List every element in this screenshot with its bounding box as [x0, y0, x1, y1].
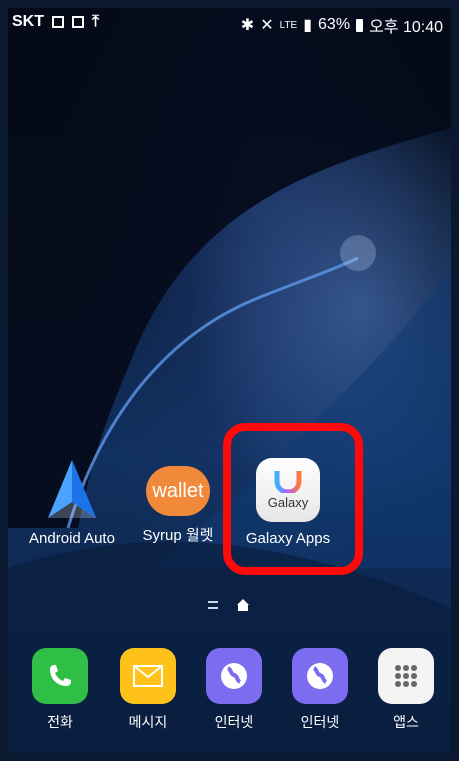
- app-syrup-wallet[interactable]: wallet Syrup 월렛: [128, 458, 228, 545]
- android-auto-icon: [40, 458, 104, 522]
- phone-icon: [32, 648, 88, 704]
- dock-label: 인터넷: [300, 714, 340, 730]
- dock-label: 메시지: [128, 714, 168, 730]
- app-label: Android Auto: [29, 530, 115, 547]
- internet-icon: [292, 648, 348, 704]
- dock-item-message[interactable]: 메시지: [108, 648, 188, 732]
- dock-label: 인터넷: [214, 714, 254, 730]
- device-frame: SKT ⤒ ✱ ✕ LTE ▮ 63% 오후 10:40 Android Aut…: [0, 0, 459, 761]
- syrup-wallet-icon: wallet: [146, 466, 210, 516]
- battery-percent: 63%: [318, 16, 351, 33]
- dock-label: 전화: [47, 714, 73, 730]
- home-screen: SKT ⤒ ✱ ✕ LTE ▮ 63% 오후 10:40 Android Aut…: [8, 8, 451, 753]
- dock: 전화 메시지 인터넷 인터넷 앱스: [8, 648, 451, 753]
- carrier-label: SKT: [12, 13, 44, 30]
- network-type-label: LTE: [279, 19, 298, 31]
- dock-item-internet-2[interactable]: 인터넷: [280, 648, 360, 732]
- screenshot-icon: [52, 16, 64, 28]
- bluetooth-icon: ✱: [240, 17, 255, 34]
- upload-icon: ⤒: [92, 13, 100, 30]
- app-label: Syrup 월렛: [142, 527, 214, 544]
- dock-item-apps[interactable]: 앱스: [366, 648, 446, 732]
- dock-label: 앱스: [393, 714, 419, 730]
- page-indicator[interactable]: [208, 598, 250, 612]
- signal-icon: ▮: [303, 17, 313, 34]
- battery-icon: [356, 18, 364, 32]
- wallet-icon-text: wallet: [152, 479, 204, 502]
- dock-item-phone[interactable]: 전화: [20, 648, 100, 732]
- clock-time: 오후 10:40: [369, 19, 443, 36]
- page-list-icon[interactable]: [208, 601, 218, 609]
- dock-item-internet-1[interactable]: 인터넷: [194, 648, 274, 732]
- app-android-auto[interactable]: Android Auto: [22, 458, 122, 547]
- message-icon: [120, 648, 176, 704]
- apps-grid-icon: [378, 648, 434, 704]
- internet-icon: [206, 648, 262, 704]
- home-page-icon[interactable]: [236, 598, 250, 612]
- status-bar: SKT ⤒ ✱ ✕ LTE ▮ 63% 오후 10:40: [8, 8, 451, 38]
- highlight-box: [223, 423, 363, 575]
- wallpaper: [8, 8, 451, 753]
- gallery-icon: [72, 16, 84, 28]
- mute-icon: ✕: [260, 17, 274, 34]
